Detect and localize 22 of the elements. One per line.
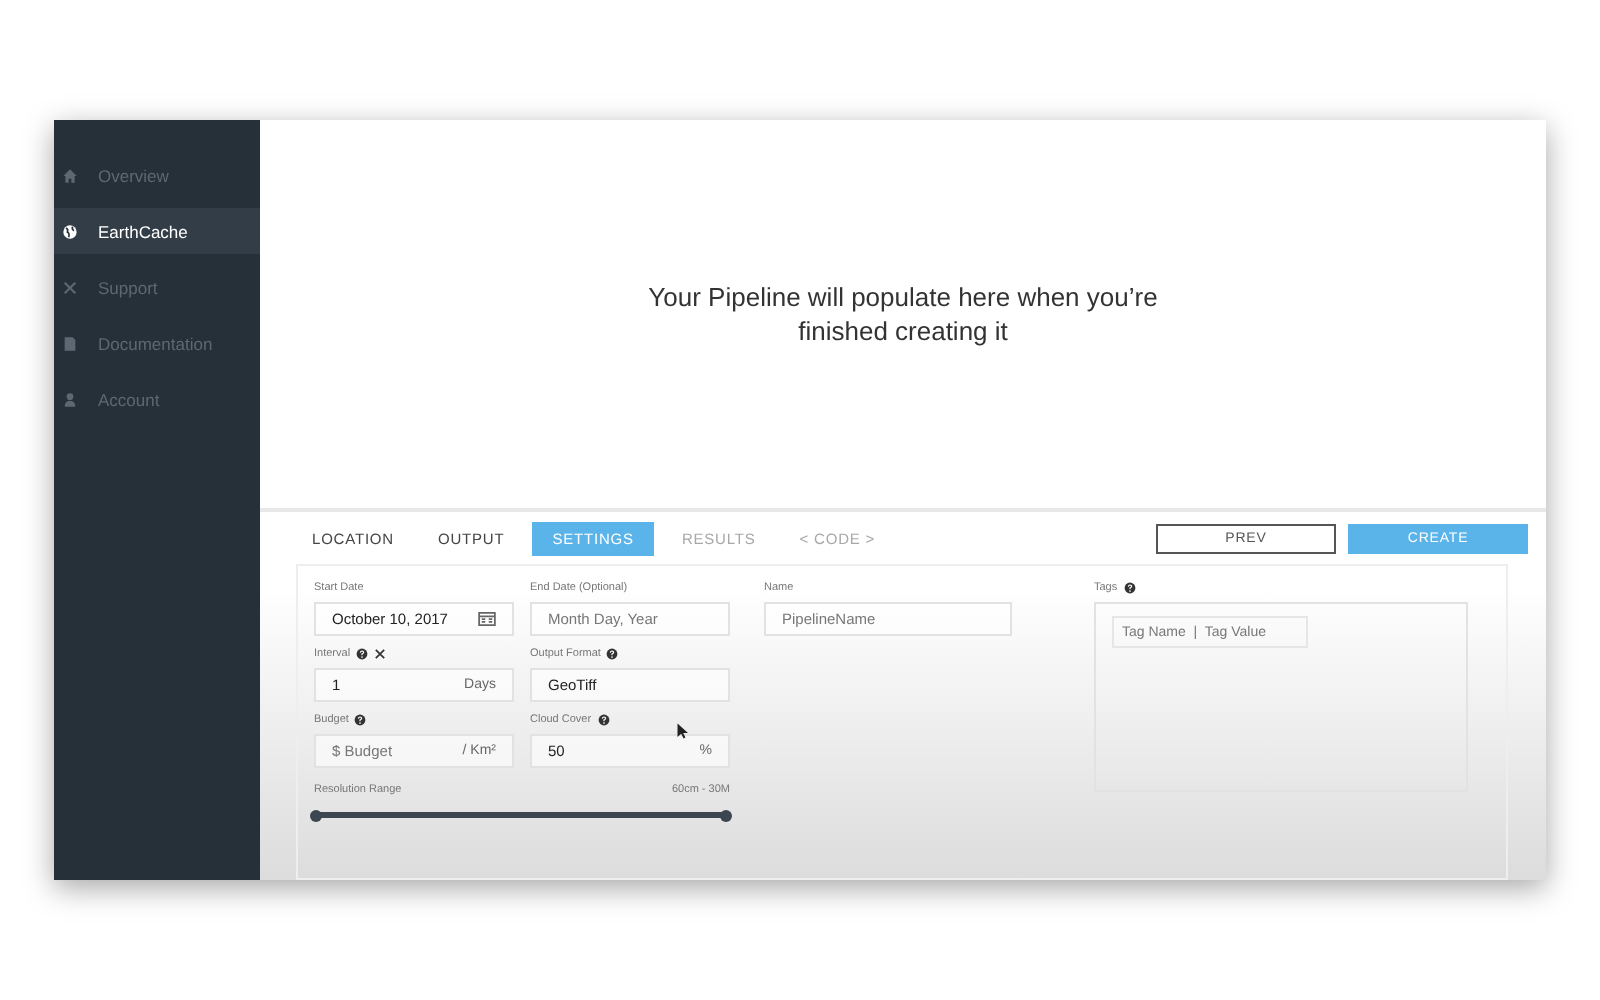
tools-icon <box>62 279 78 295</box>
home-icon <box>62 167 78 183</box>
sidebar-item[interactable]: Documentation <box>54 320 260 366</box>
sidebar-item[interactable]: Overview <box>54 152 260 198</box>
cursor-icon <box>676 722 688 740</box>
sidebar-item[interactable]: Account <box>54 376 260 422</box>
tools-icon[interactable] <box>374 647 387 659</box>
slider-thumb[interactable] <box>310 809 322 821</box>
sidebar-item[interactable]: Support <box>54 264 260 310</box>
slider-thumb[interactable] <box>720 809 732 821</box>
help-icon[interactable] <box>354 713 367 725</box>
empty-state-message: Your Pipeline will populate here when you’re finished creating it <box>646 280 1160 348</box>
globe-icon <box>62 223 78 239</box>
person-icon <box>62 391 78 407</box>
calendar-icon[interactable] <box>478 612 496 626</box>
help-icon[interactable] <box>606 647 619 659</box>
help-icon[interactable] <box>356 647 369 659</box>
help-icon[interactable] <box>1123 581 1136 593</box>
help-icon[interactable] <box>597 713 610 725</box>
document-icon <box>62 335 78 351</box>
sidebar-item[interactable]: EarthCache <box>54 208 260 254</box>
range-slider[interactable] <box>316 812 726 818</box>
